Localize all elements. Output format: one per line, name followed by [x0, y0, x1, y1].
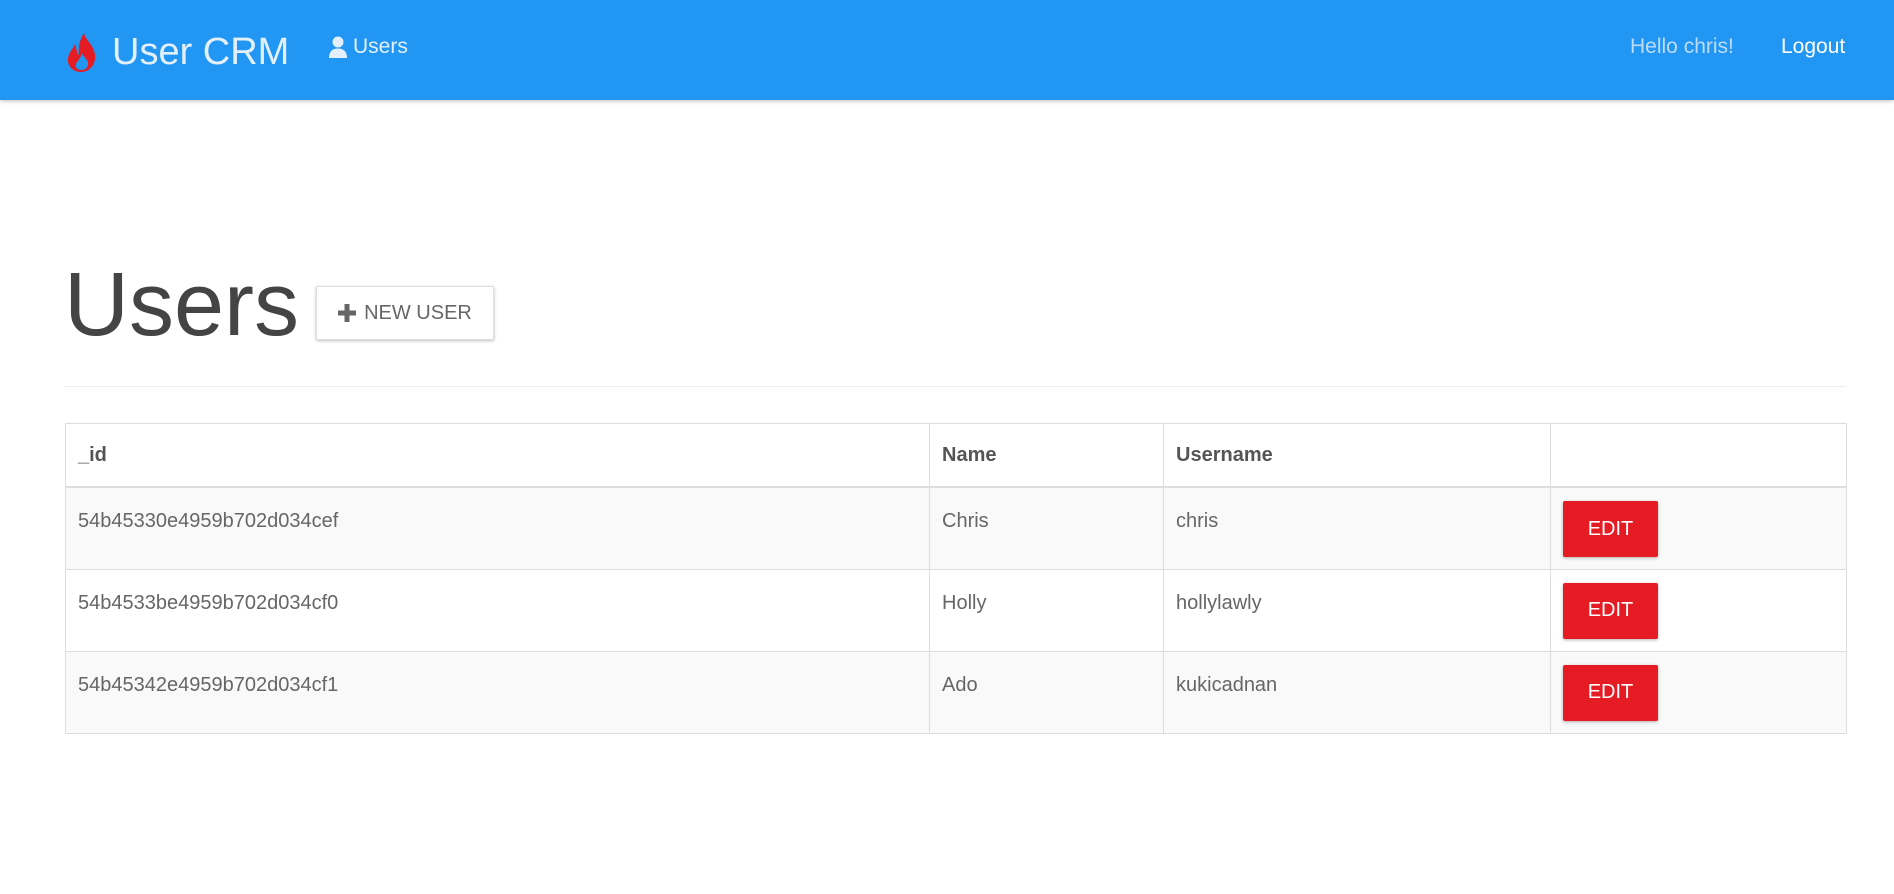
column-header-name: Name [929, 423, 1164, 488]
table-row: 54b45330e4959b702d034cef Chris chris EDI… [65, 486, 1847, 570]
user-name-cell: Holly [929, 568, 1164, 652]
user-name-cell: Chris [929, 486, 1164, 570]
top-navbar: User CRM Users Hello chris! Logout [0, 0, 1894, 100]
user-action-cell: EDIT [1550, 650, 1847, 734]
new-user-button-label: NEW USER [364, 301, 472, 324]
nav-users-label: Users [353, 35, 408, 58]
user-username-cell: kukicadnan [1163, 650, 1551, 734]
new-user-button[interactable]: NEW USER [316, 286, 494, 340]
column-header-id: _id [65, 423, 930, 488]
header-divider [64, 386, 1846, 387]
user-name-cell: Ado [929, 650, 1164, 734]
table-row: 54b45342e4959b702d034cf1 Ado kukicadnan … [65, 650, 1847, 734]
column-header-username: Username [1163, 423, 1551, 488]
logout-link[interactable]: Logout [1781, 35, 1845, 59]
user-id-cell: 54b4533be4959b702d034cf0 [65, 568, 930, 652]
users-table: _id Name Username 54b45330e4959b702d034c… [65, 423, 1847, 734]
edit-user-button[interactable]: EDIT [1563, 664, 1658, 721]
user-action-cell: EDIT [1550, 568, 1847, 652]
edit-user-button[interactable]: EDIT [1563, 501, 1658, 557]
edit-user-button[interactable]: EDIT [1563, 582, 1658, 639]
user-action-cell: EDIT [1550, 486, 1847, 570]
table-header-row: _id Name Username [65, 423, 1847, 488]
brand-link[interactable]: User CRM [64, 30, 289, 74]
table-row: 54b4533be4959b702d034cf0 Holly hollylawl… [65, 568, 1847, 652]
column-header-actions [1550, 423, 1847, 488]
page-title: Users [64, 255, 300, 355]
nav-users-link[interactable]: Users [328, 35, 408, 59]
user-username-cell: hollylawly [1163, 568, 1551, 652]
flame-icon [67, 33, 96, 72]
user-icon [329, 36, 347, 58]
plus-icon [338, 304, 357, 322]
user-username-cell: chris [1163, 486, 1551, 570]
greeting-text: Hello chris! [1630, 35, 1734, 58]
brand-title: User CRM [112, 30, 290, 73]
user-id-cell: 54b45342e4959b702d034cf1 [65, 650, 930, 734]
user-id-cell: 54b45330e4959b702d034cef [65, 486, 930, 570]
